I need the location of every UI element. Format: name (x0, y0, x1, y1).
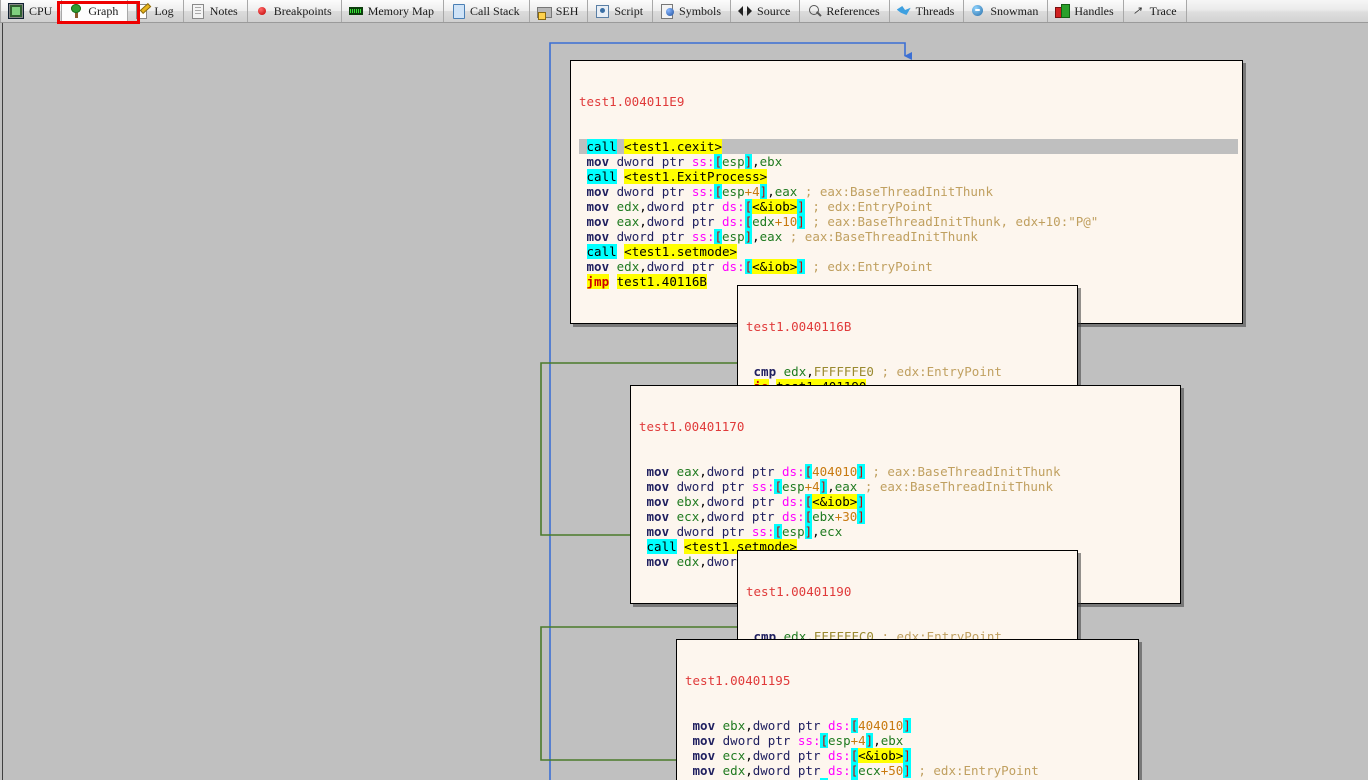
symbols-icon (660, 4, 675, 19)
instruction-line[interactable]: cmp edx,FFFFFFE0 ; edx:EntryPoint (746, 364, 1073, 379)
red-dot-icon (255, 4, 269, 18)
instruction-line[interactable]: mov dword ptr ss:[esp+4],eax ; eax:BaseT… (579, 184, 1238, 199)
block-title: test1.00401190 (746, 584, 852, 599)
basic-block-00401195[interactable]: test1.00401195 mov ebx,dword ptr ds:[404… (676, 639, 1139, 780)
tab-label: Symbols (679, 3, 722, 18)
tab-script[interactable]: Script (588, 0, 654, 22)
tab-threads[interactable]: Threads (889, 0, 965, 22)
instruction-line[interactable]: mov edx,dword ptr ds:[<&iob>] ; edx:Entr… (579, 259, 1238, 274)
instruction-line[interactable]: mov dword ptr ss:[esp+4],eax ; eax:BaseT… (639, 479, 1176, 494)
instruction-text: mov dword ptr ss:[esp],ebx (586, 154, 783, 169)
block-instructions[interactable]: call <test1.cexit> mov dword ptr ss:[esp… (579, 139, 1238, 289)
instruction-line[interactable]: mov dword ptr ss:[esp],eax ; eax:BaseThr… (579, 229, 1238, 244)
instruction-text: mov dword ptr ss:[esp+4],eax ; eax:BaseT… (646, 479, 1053, 494)
instruction-text: call <test1.setmode> (586, 244, 738, 259)
magnifier-icon (807, 4, 821, 18)
instruction-line[interactable]: mov ebx,dword ptr ds:[<&iob>] (639, 494, 1176, 509)
instruction-text: mov eax,dword ptr ds:[404010] ; eax:Base… (646, 464, 1061, 479)
script-icon (595, 4, 610, 18)
tab-graph[interactable]: Graph (62, 0, 129, 22)
handles-icon (1055, 4, 1071, 18)
tab-label: Script (614, 3, 644, 18)
instruction-line[interactable]: mov dword ptr ss:[esp],ebx (579, 154, 1238, 169)
tab-memory-map[interactable]: Memory Map (341, 0, 445, 22)
tab-symbols[interactable]: Symbols (653, 0, 732, 22)
instruction-text: mov dword ptr ss:[esp+4],eax ; eax:BaseT… (586, 184, 993, 199)
notes-icon (191, 4, 205, 19)
tab-label: Memory Map (367, 3, 435, 18)
stack-icon (451, 4, 466, 19)
instruction-text: cmp edx,FFFFFFE0 ; edx:EntryPoint (753, 364, 1002, 379)
block-title: test1.004011E9 (579, 94, 685, 109)
instruction-line[interactable]: mov eax,dword ptr ds:[edx+10] ; eax:Base… (579, 214, 1238, 229)
snowman-icon (971, 4, 985, 18)
tab-label: Trace (1149, 3, 1177, 18)
instruction-text: mov ecx,dword ptr ds:[ebx+30] (646, 509, 865, 524)
tab-label: Threads (915, 3, 955, 18)
instruction-line[interactable]: call <test1.ExitProcess> (579, 169, 1238, 184)
instruction-text: mov ecx,dword ptr ds:[<&iob>] (692, 748, 911, 763)
tab-label: Graph (88, 3, 119, 18)
tab-label: Notes (209, 3, 238, 18)
instruction-text: mov ebx,dword ptr ds:[<&iob>] (646, 494, 865, 509)
tab-breakpoints[interactable]: Breakpoints (247, 0, 342, 22)
graph-canvas[interactable]: test1.004011E9 call <test1.cexit> mov dw… (0, 23, 1368, 780)
tab-log[interactable]: Log (128, 0, 184, 22)
instruction-text: mov dword ptr ss:[esp],eax ; eax:BaseThr… (586, 229, 978, 244)
log-pen-icon (135, 2, 152, 19)
instruction-line[interactable]: mov edx,dword ptr ds:[<&iob>] ; edx:Entr… (579, 199, 1238, 214)
tab-notes[interactable]: Notes (183, 0, 248, 22)
block-title: test1.0040116B (746, 319, 852, 334)
instruction-line[interactable]: mov eax,dword ptr ds:[404010] ; eax:Base… (639, 464, 1176, 479)
instruction-line[interactable]: call <test1.cexit> (579, 139, 1238, 154)
instruction-line[interactable]: mov ecx,dword ptr ds:[ebx+30] (639, 509, 1176, 524)
tab-cpu[interactable]: CPU (0, 0, 63, 22)
seh-icon (536, 4, 552, 20)
tree-icon (69, 4, 83, 18)
tab-label: Source (757, 3, 791, 18)
tab-label: Log (154, 3, 174, 18)
tab-label: Snowman (990, 3, 1039, 18)
tab-seh[interactable]: SEH (529, 0, 589, 22)
tab-snowman[interactable]: Snowman (964, 0, 1049, 22)
tab-label: References (826, 3, 880, 18)
cpu-icon (8, 3, 24, 19)
instruction-line[interactable]: mov dword ptr ss:[esp],ecx (639, 524, 1176, 539)
tab-label: Breakpoints (273, 3, 332, 18)
source-icon (738, 4, 753, 18)
tab-source[interactable]: Source (731, 0, 801, 22)
tab-bar: CPU Graph Log Notes Breakpoints Memory Map Cal… (0, 0, 1368, 23)
tab-label: CPU (29, 3, 53, 18)
tab-handles[interactable]: Handles (1048, 0, 1124, 22)
instruction-text: mov ebx,dword ptr ds:[404010] (692, 718, 911, 733)
memory-icon (348, 4, 363, 18)
instruction-text: mov eax,dword ptr ds:[edx+10] ; eax:Base… (586, 214, 1099, 229)
block-title: test1.00401170 (639, 419, 745, 434)
instruction-text: mov dword ptr ss:[esp+4],ebx (692, 733, 904, 748)
instruction-text: mov edx,dword ptr ds:[<&iob>] ; edx:Entr… (586, 199, 933, 214)
tab-label: Call Stack (470, 3, 520, 18)
block-instructions[interactable]: mov ebx,dword ptr ds:[404010] mov dword … (685, 718, 1134, 780)
tab-call-stack[interactable]: Call Stack (444, 0, 530, 22)
instruction-text: mov edx,dword ptr ds:[ecx+50] ; edx:Entr… (692, 763, 1039, 778)
instruction-line[interactable]: mov ebx,dword ptr ds:[404010] (685, 718, 1134, 733)
tab-label: Handles (1074, 3, 1114, 18)
instruction-line[interactable]: mov ecx,dword ptr ds:[<&iob>] (685, 748, 1134, 763)
instruction-line[interactable]: mov edx,dword ptr ds:[ecx+50] ; edx:Entr… (685, 763, 1134, 778)
instruction-text: mov edx,dword ptr ds:[<&iob>] ; edx:Entr… (586, 259, 933, 274)
instruction-text: call <test1.cexit> (586, 139, 723, 154)
block-title: test1.00401195 (685, 673, 791, 688)
instruction-line[interactable]: mov dword ptr ss:[esp+4],ebx (685, 733, 1134, 748)
trace-icon: ↗ (1132, 5, 1142, 17)
instruction-text: mov dword ptr ss:[esp],ecx (646, 524, 843, 539)
tab-trace[interactable]: ↗ Trace (1123, 0, 1187, 22)
instruction-line[interactable]: call <test1.setmode> (579, 244, 1238, 259)
instruction-text: jmp test1.40116B (586, 274, 707, 289)
threads-icon (896, 4, 911, 18)
instruction-text: call <test1.ExitProcess> (586, 169, 768, 184)
tab-references[interactable]: References (800, 0, 890, 22)
tab-label: SEH (555, 3, 579, 18)
